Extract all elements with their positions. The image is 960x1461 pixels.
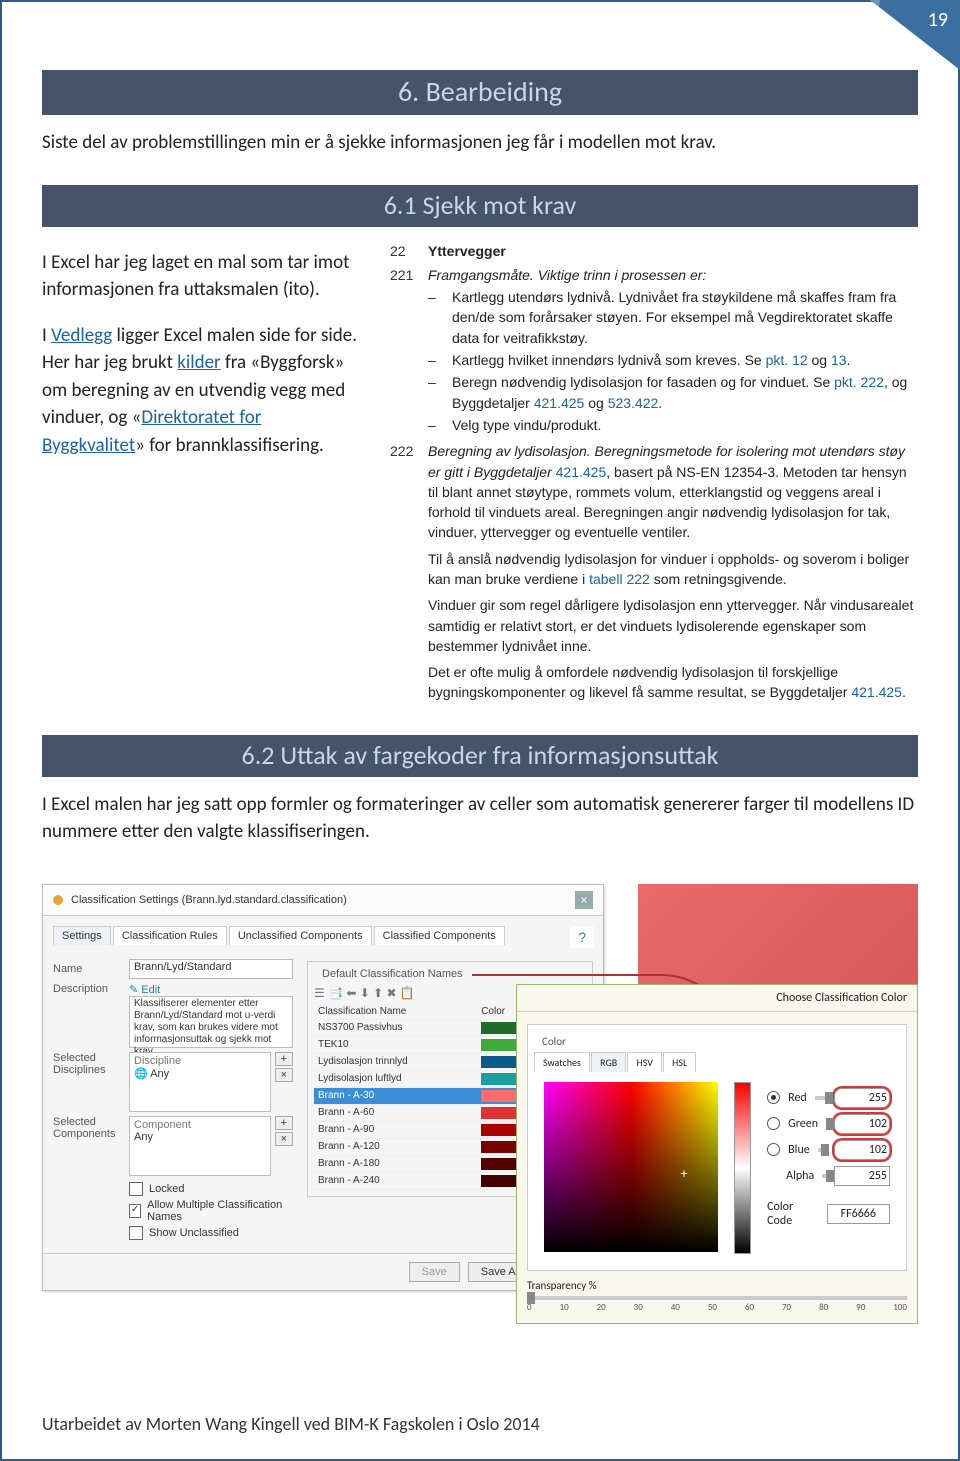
ref-link[interactable]: pkt. 12 — [766, 352, 808, 368]
color-picker-dialog: Choose Classification Color Color Swatch… — [516, 984, 918, 1324]
transparency-slider[interactable] — [527, 1296, 907, 1300]
red-radio[interactable] — [767, 1091, 780, 1104]
tab-hsl[interactable]: HSL — [663, 1052, 696, 1072]
tab-unclassified[interactable]: Unclassified Components — [229, 926, 372, 945]
tab-swatches[interactable]: Swatches — [534, 1052, 590, 1072]
heading-6-2: 6.2 Uttak av fargekoder fra informasjons… — [42, 735, 918, 777]
green-spinner[interactable]: 102 — [834, 1114, 890, 1134]
color-code-input[interactable]: FF6666 — [827, 1204, 890, 1224]
tab-settings[interactable]: Settings — [53, 926, 111, 945]
locked-checkbox[interactable]: Locked — [129, 1182, 293, 1196]
picker-title: Choose Classification Color — [517, 985, 917, 1012]
save-button[interactable]: Save — [409, 1262, 460, 1282]
ref-link[interactable]: 13 — [831, 352, 847, 368]
dialog-tabs: Settings Classification Rules Unclassifi… — [53, 926, 593, 945]
two-column-layout: I Excel har jeg laget en mal som tar imo… — [42, 241, 918, 707]
ref-22: 22 Yttervegger — [390, 241, 918, 261]
tab-rgb[interactable]: RGB — [591, 1052, 626, 1072]
heading-6-1: 6.1 Sjekk mot krav — [42, 185, 918, 227]
left-column: I Excel har jeg laget en mal som tar imo… — [42, 241, 362, 478]
color-gradient[interactable]: + — [544, 1082, 718, 1252]
blue-radio[interactable] — [767, 1143, 780, 1156]
ref-link[interactable]: 421.425 — [534, 395, 585, 411]
transparency-slider-group: Transparency % 0 10 20 30 40 50 60 70 80… — [527, 1279, 907, 1313]
dialog-titlebar: Classification Settings (Brann.lyd.stand… — [43, 885, 603, 916]
page-number: 19 — [928, 8, 948, 32]
name-label: Name — [53, 963, 121, 975]
edit-link[interactable]: ✎ Edit — [129, 983, 293, 996]
ref-link[interactable]: 421.425 — [556, 464, 607, 480]
selected-components-label: Selected Components — [53, 1116, 121, 1140]
red-slider[interactable] — [815, 1096, 826, 1100]
add-icon[interactable]: + — [275, 1116, 293, 1130]
left-p1: I Excel har jeg laget en mal som tar imo… — [42, 249, 362, 304]
alpha-spinner[interactable]: 255 — [834, 1166, 890, 1186]
allow-multiple-checkbox[interactable]: ✓Allow Multiple Classification Names — [129, 1199, 293, 1223]
name-input[interactable]: Brann/Lyd/Standard — [129, 959, 293, 979]
ref-222: 222 Beregning av lydisolasjon. Beregning… — [390, 441, 918, 703]
tab-hsv[interactable]: HSV — [627, 1052, 661, 1072]
ref-221: 221 Framgangsmåte. Viktige trinn i prose… — [390, 265, 918, 437]
dialog-title: Classification Settings (Brann.lyd.stand… — [71, 894, 347, 906]
ref-link[interactable]: pkt. 222 — [834, 374, 884, 390]
close-icon[interactable]: × — [575, 891, 593, 909]
ref-link[interactable]: 523.422 — [608, 395, 659, 411]
ref-link[interactable]: 421.425 — [851, 684, 902, 700]
embedded-screenshots: Classification Settings (Brann.lyd.stand… — [42, 864, 918, 1284]
remove-icon[interactable]: × — [275, 1068, 293, 1082]
disciplines-listbox[interactable]: Discipline 🌐 Any — [129, 1052, 271, 1112]
blue-spinner[interactable]: 102 — [834, 1140, 890, 1160]
left-p2: I Vedlegg ligger Excel malen side for si… — [42, 322, 362, 460]
ref-link[interactable]: tabell 222 — [589, 571, 650, 587]
remove-icon[interactable]: × — [275, 1132, 293, 1146]
hue-bar[interactable] — [734, 1082, 752, 1254]
link-kilder[interactable]: kilder — [177, 351, 220, 374]
tab-classified[interactable]: Classified Components — [374, 926, 505, 945]
p-6-2: I Excel malen har jeg satt opp formler o… — [42, 791, 918, 846]
alpha-slider[interactable] — [822, 1174, 826, 1178]
app-icon — [53, 895, 63, 905]
description-label: Description — [53, 983, 121, 995]
green-radio[interactable] — [767, 1117, 780, 1130]
intro-paragraph: Siste del av problemstillingen min er å … — [42, 129, 918, 157]
link-vedlegg[interactable]: Vedlegg — [51, 324, 112, 347]
show-unclassified-checkbox[interactable]: Show Unclassified — [129, 1226, 293, 1240]
document-page: 19 6. Bearbeiding Siste del av problemst… — [0, 0, 960, 1461]
blue-slider[interactable] — [818, 1148, 826, 1152]
right-column-reference: 22 Yttervegger 221 Framgangsmåte. Viktig… — [390, 241, 918, 707]
page-footer: Utarbeidet av Morten Wang Kingell ved BI… — [42, 1413, 918, 1435]
tab-classification-rules[interactable]: Classification Rules — [113, 926, 227, 945]
selected-disciplines-label: Selected Disciplines — [53, 1052, 121, 1076]
description-input[interactable]: Klassifiserer elementer etter Brann/Lyd/… — [129, 996, 293, 1048]
red-spinner[interactable]: 255 — [834, 1088, 890, 1108]
help-icon[interactable]: ? — [570, 926, 594, 948]
crosshair-icon: + — [681, 1165, 688, 1182]
page-number-tab: 19 — [870, 0, 960, 70]
components-listbox[interactable]: Component Any — [129, 1116, 271, 1176]
heading-6: 6. Bearbeiding — [42, 70, 918, 115]
add-icon[interactable]: + — [275, 1052, 293, 1066]
